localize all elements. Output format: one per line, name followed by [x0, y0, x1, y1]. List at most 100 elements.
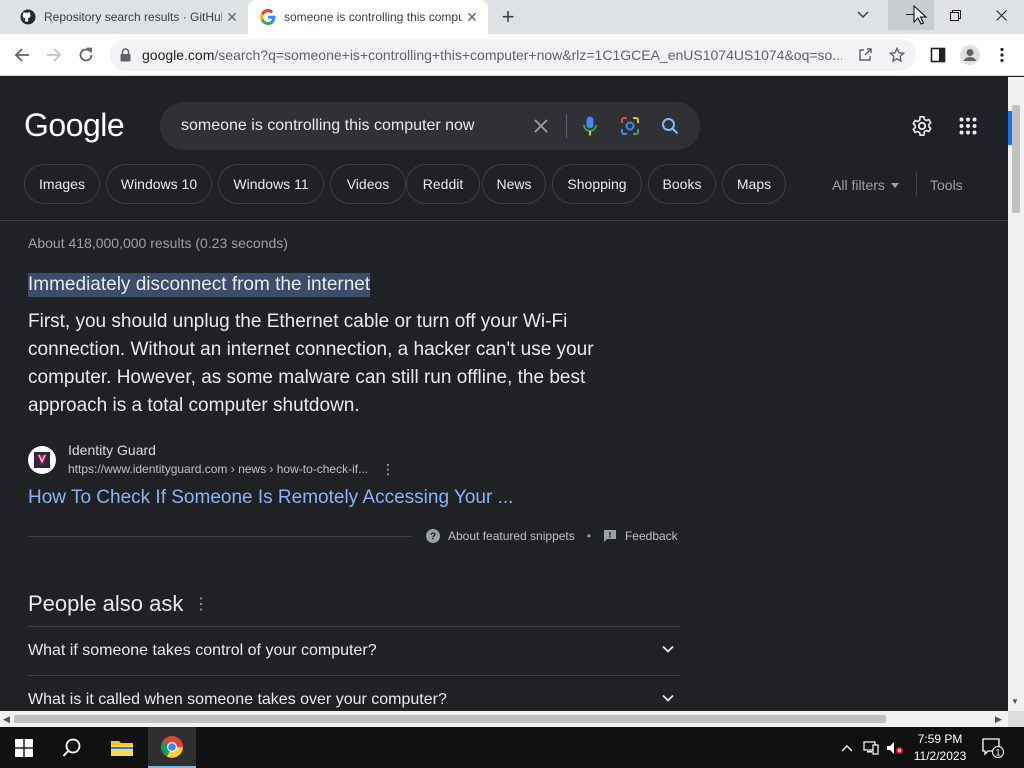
mouse-cursor-icon [913, 5, 927, 25]
share-icon[interactable] [854, 44, 876, 66]
header-divider [0, 220, 1008, 221]
scroll-left-arrow-icon[interactable]: ◀ [3, 714, 10, 725]
source-site-name[interactable]: Identity Guard [68, 442, 156, 458]
chevron-down-icon [662, 645, 674, 653]
search-icon[interactable] [658, 114, 682, 138]
back-arrow-icon[interactable] [8, 41, 36, 69]
chip-windows-10[interactable]: Windows 10 [106, 164, 212, 204]
apps-grid-icon[interactable] [956, 114, 980, 138]
svg-text:?: ? [430, 532, 436, 543]
chip-news[interactable]: News [482, 164, 546, 204]
windows-start-icon[interactable] [0, 727, 48, 768]
chip-videos[interactable]: Videos [330, 164, 406, 204]
clock-date: 11/2/2023 [913, 749, 967, 763]
scrollbar-corner [1008, 711, 1024, 727]
new-tab-plus-icon[interactable]: + [496, 4, 520, 29]
browser-toolbar: google.com/search?q=someone+is+controlli… [0, 34, 1024, 76]
github-icon [20, 9, 36, 25]
volume-muted-icon[interactable] [884, 727, 906, 768]
horizontal-scroll-thumb[interactable] [14, 715, 886, 723]
all-filters-button[interactable]: All filters [832, 177, 899, 193]
forward-arrow-icon[interactable] [40, 41, 68, 69]
vertical-scrollbar[interactable]: ▼ [1008, 77, 1024, 711]
caret-down-icon [890, 182, 899, 188]
more-vert-icon[interactable] [988, 41, 1016, 69]
feedback-link[interactable]: Feedback [625, 529, 678, 543]
featured-result-link[interactable]: How To Check If Someone Is Remotely Acce… [28, 487, 513, 509]
address-bar[interactable]: google.com/search?q=someone+is+controlli… [110, 39, 916, 71]
reload-icon[interactable] [72, 41, 100, 69]
all-filters-label: All filters [832, 177, 885, 193]
system-clock[interactable]: 7:59 PM 11/2/2023 [906, 731, 974, 765]
chevron-down-icon[interactable] [840, 0, 886, 30]
tools-button[interactable]: Tools [930, 177, 963, 193]
paa-question[interactable]: What is it called when someone takes ove… [28, 675, 680, 711]
people-also-ask-heading: People also ask [28, 591, 184, 616]
chip-images[interactable]: Images [24, 164, 100, 204]
more-vert-icon[interactable]: ⋮ [381, 461, 395, 477]
more-vert-icon[interactable]: ⋮ [193, 595, 209, 613]
tab-github[interactable]: Repository search results · GitHub ✕ [8, 0, 248, 34]
lens-camera-icon[interactable] [618, 114, 642, 138]
chip-books[interactable]: Books [648, 164, 716, 204]
notification-count: 1 [995, 747, 1000, 757]
restore-button[interactable] [932, 0, 978, 30]
scroll-down-arrow-icon[interactable]: ▼ [1011, 697, 1019, 706]
profile-avatar-icon[interactable] [956, 41, 984, 69]
lock-icon [120, 48, 131, 62]
windows-taskbar: 7:59 PM 11/2/2023 1 [0, 727, 1024, 768]
horizontal-scrollbar[interactable]: ◀ ▶ [0, 711, 1008, 727]
search-query[interactable]: someone is controlling this computer now [181, 117, 474, 135]
help-circle-icon: ? [426, 529, 440, 543]
paa-question-text: What if someone takes control of your co… [28, 642, 377, 659]
chevron-up-icon[interactable] [838, 727, 856, 768]
source-url[interactable]: https://www.identityguard.com › news › h… [68, 462, 368, 476]
feedback-icon [603, 530, 616, 542]
close-window-button[interactable] [978, 0, 1024, 30]
scroll-right-arrow-icon[interactable]: ▶ [995, 714, 1002, 725]
minimize-button[interactable] [888, 0, 934, 30]
search-results-page: Google someone is controlling this compu… [0, 77, 1008, 711]
paa-question[interactable]: What if someone takes control of your co… [28, 626, 680, 675]
snippet-divider [28, 536, 412, 537]
search-box-divider [566, 114, 567, 138]
chip-maps[interactable]: Maps [722, 164, 786, 204]
bookmark-star-icon[interactable] [886, 44, 908, 66]
chip-windows-11[interactable]: Windows 11 [218, 164, 324, 204]
tab-google-search[interactable]: someone is controlling this computer now… [248, 0, 488, 34]
chip-shopping[interactable]: Shopping [552, 164, 642, 204]
notification-center-icon[interactable]: 1 [978, 727, 1008, 768]
url-host: google.com [142, 47, 215, 63]
snippet-footer: ? About featured snippets • Feedback [426, 529, 678, 543]
settings-gear-icon[interactable] [910, 114, 934, 138]
tab-bar: Repository search results · GitHub ✕ som… [0, 0, 1024, 34]
about-featured-snippets-link[interactable]: About featured snippets [448, 529, 575, 543]
result-stats: About 418,000,000 results (0.23 seconds) [28, 235, 288, 251]
side-panel-icon[interactable] [924, 41, 952, 69]
chevron-down-icon [662, 694, 674, 702]
clock-time: 7:59 PM [917, 732, 963, 746]
featured-snippet-body: First, you should unplug the Ethernet ca… [28, 311, 594, 416]
url-text: google.com/search?q=someone+is+controlli… [142, 47, 842, 63]
identity-guard-favicon[interactable] [28, 446, 56, 474]
google-icon [260, 9, 276, 25]
tab-title: someone is controlling this computer now… [284, 10, 462, 24]
search-box[interactable]: someone is controlling this computer now [160, 102, 700, 150]
featured-snippet-title: Immediately disconnect from the internet [28, 273, 371, 297]
shield-logo-icon [34, 452, 50, 468]
file-explorer-icon[interactable] [98, 727, 146, 768]
tab-close-icon[interactable]: ✕ [462, 7, 482, 27]
microphone-icon[interactable] [578, 114, 602, 138]
clear-icon[interactable] [529, 114, 553, 138]
tab-close-icon[interactable]: ✕ [222, 7, 242, 27]
network-icon[interactable] [860, 727, 882, 768]
vertical-scroll-thumb[interactable] [1012, 105, 1020, 213]
search-icon[interactable] [48, 727, 96, 768]
chrome-icon[interactable] [148, 727, 196, 768]
google-logo[interactable]: Google [24, 107, 125, 144]
separator-dot: • [586, 529, 591, 543]
url-path: /search?q=someone+is+controlling+this+co… [214, 47, 842, 63]
paa-question-text: What is it called when someone takes ove… [28, 691, 447, 708]
tab-title: Repository search results · GitHub [44, 10, 222, 24]
chip-reddit[interactable]: Reddit [406, 164, 480, 204]
